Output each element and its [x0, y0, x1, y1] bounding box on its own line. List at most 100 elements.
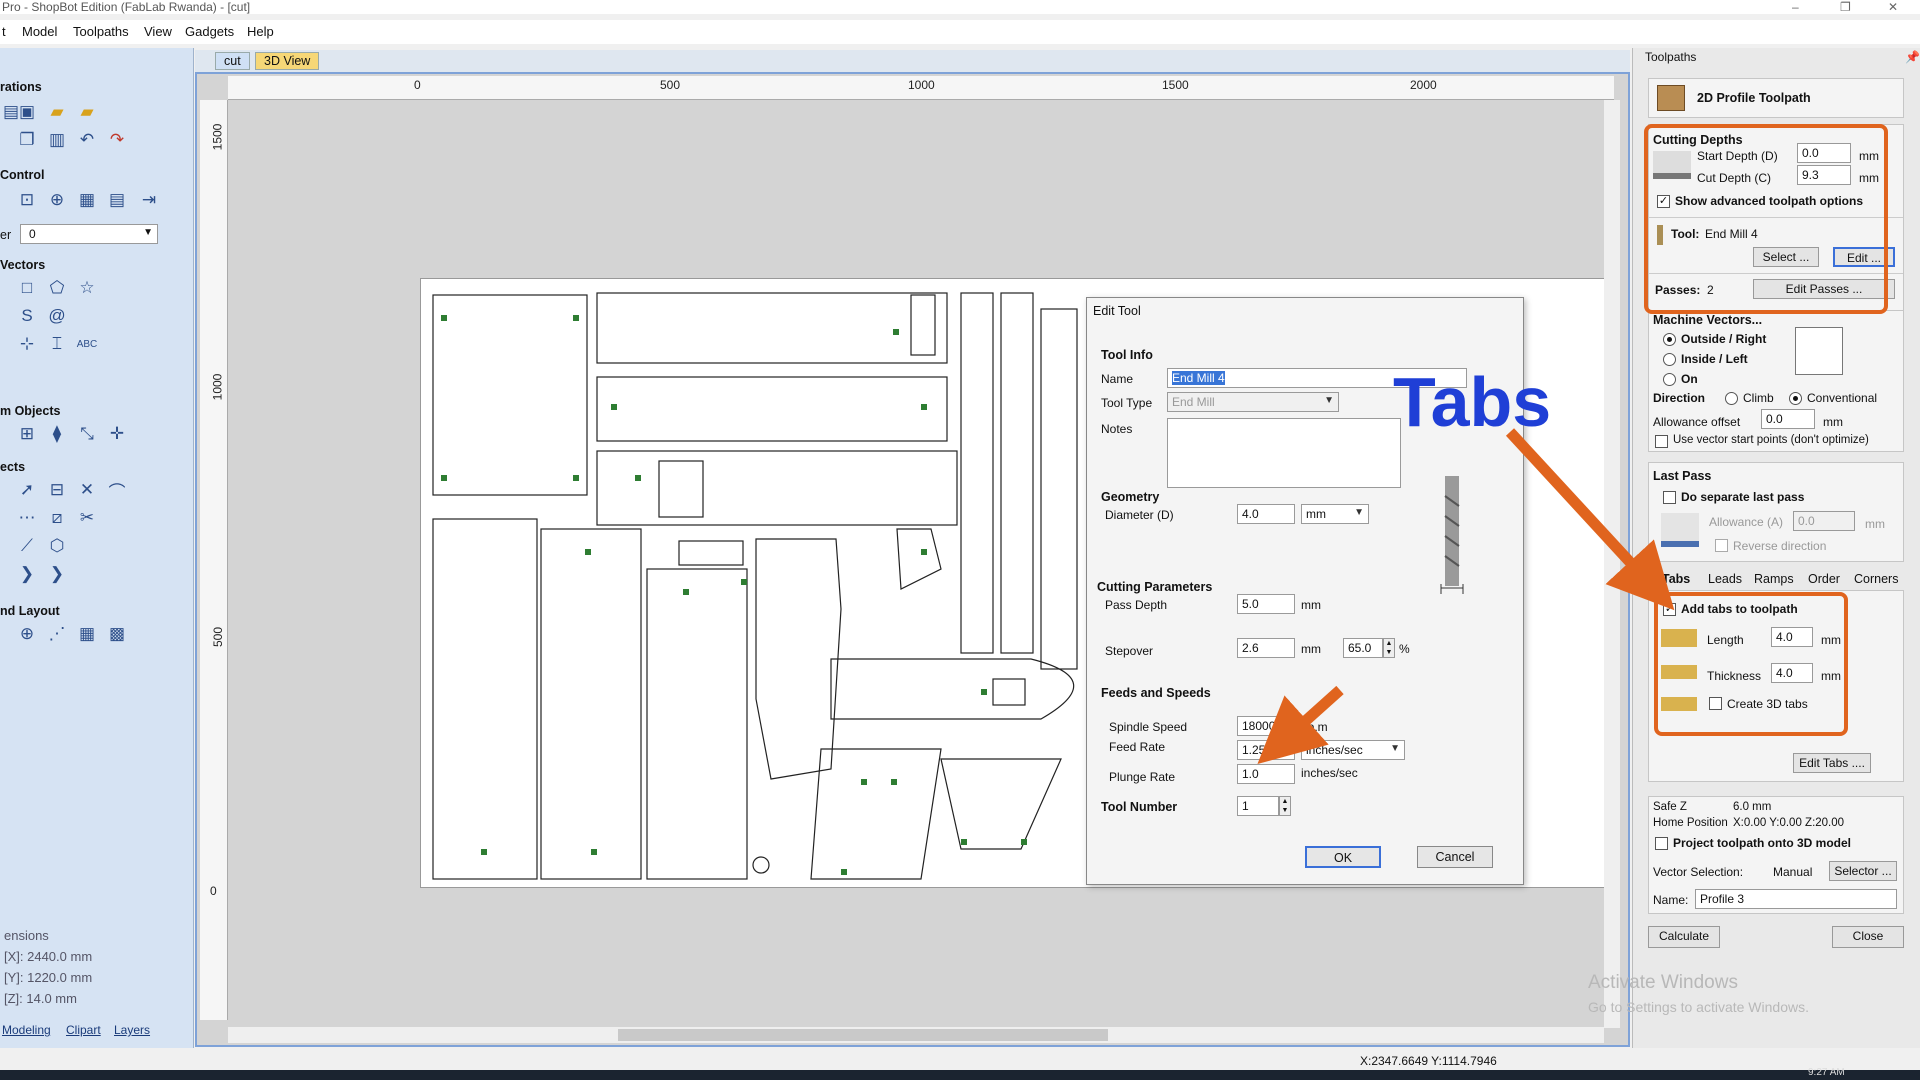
stepover-input[interactable]: 2.6	[1237, 638, 1295, 658]
array-icon[interactable]: ⊕	[16, 624, 38, 644]
join-icon[interactable]: ⋯	[16, 508, 38, 528]
inside-left-radio[interactable]	[1663, 353, 1676, 366]
stepover-percent-input[interactable]: 65.0	[1343, 638, 1383, 658]
star-icon[interactable]: ☆	[76, 278, 98, 298]
undo-icon[interactable]: ↶	[76, 130, 98, 150]
menu-gadgets[interactable]: Gadgets	[185, 24, 234, 39]
stepover-percent-unit: %	[1399, 642, 1410, 656]
on-label: On	[1681, 372, 1698, 386]
feed-rate-unit-select[interactable]: inches/sec ▼	[1301, 740, 1405, 760]
trim-icon[interactable]: ✕	[76, 480, 98, 500]
tool-type-select[interactable]: End Mill ▼	[1167, 392, 1339, 412]
calculate-button[interactable]: Calculate	[1648, 926, 1720, 948]
tool-number-spinner[interactable]: ▲ ▼	[1279, 796, 1291, 816]
on-radio[interactable]	[1663, 373, 1676, 386]
section-create-vectors: Vectors	[0, 258, 46, 272]
diameter-unit-select[interactable]: mm ▼	[1301, 504, 1369, 524]
outside-right-radio[interactable]	[1663, 333, 1676, 346]
scissors-icon[interactable]: ✂	[76, 508, 98, 528]
vertical-scrollbar[interactable]	[1604, 100, 1620, 1028]
pass-depth-input[interactable]: 5.0	[1237, 594, 1295, 614]
text-icon[interactable]: ABC	[76, 334, 98, 354]
tab-order[interactable]: Order	[1808, 572, 1840, 586]
menu-file[interactable]: t	[2, 24, 6, 39]
split-view-icon[interactable]: ▦	[76, 190, 98, 210]
scale-icon[interactable]: ⤡	[76, 424, 98, 444]
edit-tabs-button[interactable]: Edit Tabs ....	[1793, 753, 1871, 773]
node-icon[interactable]: ⊟	[46, 480, 68, 500]
notes-textarea[interactable]	[1167, 418, 1401, 488]
menu-model[interactable]: Model	[22, 24, 57, 39]
polygon-icon[interactable]: ⬠	[46, 278, 68, 298]
offset-icon[interactable]: ⧄	[46, 508, 68, 528]
spindle-speed-input[interactable]: 18000	[1237, 716, 1295, 736]
panel-title: Toolpaths	[1645, 50, 1697, 64]
hexagon-icon[interactable]: ⬡	[46, 536, 68, 556]
allowance-a-input[interactable]: 0.0	[1793, 511, 1855, 531]
save-icon[interactable]: ▣	[16, 102, 38, 122]
ok-button[interactable]: OK	[1305, 846, 1381, 868]
mirror-icon[interactable]: ⧫	[46, 424, 68, 444]
use-vector-start-checkbox[interactable]	[1655, 435, 1668, 448]
tab-layers[interactable]: Layers	[114, 1023, 150, 1041]
close-button[interactable]: Close	[1832, 926, 1904, 948]
select-icon[interactable]: ➚	[16, 480, 38, 500]
climb-radio[interactable]	[1725, 392, 1738, 405]
cancel-button[interactable]: Cancel	[1417, 846, 1493, 868]
node-edit-icon[interactable]: ⊹	[16, 334, 38, 354]
center-icon[interactable]: ✛	[106, 424, 128, 444]
tab-tabs[interactable]: Tabs	[1662, 572, 1690, 586]
tab-modeling[interactable]: Modeling	[2, 1023, 51, 1041]
layer-dropdown[interactable]: 0 ▼	[20, 224, 158, 244]
paste-icon[interactable]: ▥	[46, 130, 68, 150]
project-toolpath-checkbox[interactable]	[1655, 837, 1668, 850]
pin-icon[interactable]: 📌	[1905, 50, 1920, 64]
menu-toolpaths[interactable]: Toolpaths	[73, 24, 129, 39]
toggle-view-icon[interactable]: ⇥	[138, 190, 160, 210]
toolpath-name-input[interactable]: Profile 3	[1695, 889, 1897, 909]
import-icon[interactable]: ▰	[76, 102, 98, 122]
tab-corners[interactable]: Corners	[1854, 572, 1898, 586]
menu-help[interactable]: Help	[247, 24, 274, 39]
conventional-radio[interactable]	[1789, 392, 1802, 405]
diameter-input[interactable]: 4.0	[1237, 504, 1295, 524]
reverse-direction-checkbox[interactable]	[1715, 539, 1728, 552]
feed-rate-input[interactable]: 1.25	[1237, 740, 1295, 760]
close-icon[interactable]: ✕	[1888, 0, 1898, 14]
dimension-icon[interactable]: ⌶	[46, 334, 68, 354]
scroll-thumb[interactable]	[618, 1029, 1108, 1041]
menu-view[interactable]: View	[144, 24, 172, 39]
curve-icon[interactable]: S	[16, 306, 38, 326]
selector-button[interactable]: Selector ...	[1829, 861, 1897, 881]
rectangle-icon[interactable]: □	[16, 278, 38, 298]
last-pass-section: Last Pass Do separate last pass Allowanc…	[1648, 462, 1904, 562]
tab-3d-view[interactable]: 3D View	[255, 52, 320, 70]
spiral-icon[interactable]: @	[46, 306, 68, 326]
fillet-icon[interactable]: ⌒	[106, 480, 128, 502]
zoom-fit-icon[interactable]: ⊡	[16, 190, 38, 210]
nest-icon[interactable]: ▦	[76, 624, 98, 644]
tab-clipart[interactable]: Clipart	[66, 1023, 101, 1041]
layout-view-icon[interactable]: ▤	[106, 190, 128, 210]
horizontal-scrollbar[interactable]	[228, 1027, 1604, 1043]
plunge-rate-input[interactable]: 1.0	[1237, 764, 1295, 784]
redo-icon[interactable]: ↷	[106, 130, 128, 150]
restore-icon[interactable]: ❐	[1840, 0, 1851, 14]
tab-leads[interactable]: Leads	[1708, 572, 1742, 586]
tool-number-input[interactable]: 1	[1237, 796, 1279, 816]
tab-cut[interactable]: cut	[215, 52, 250, 70]
open-folder-icon[interactable]: ▰	[46, 102, 68, 122]
align-icon[interactable]: ⊞	[16, 424, 38, 444]
chevron-double-icon[interactable]: ❯	[46, 564, 68, 584]
chevron-icon[interactable]: ❯	[16, 564, 38, 584]
minimize-icon[interactable]: –	[1792, 0, 1799, 14]
allowance-offset-input[interactable]: 0.0	[1761, 409, 1815, 429]
stepover-spinner[interactable]: ▲ ▼	[1383, 638, 1395, 658]
separate-last-pass-checkbox[interactable]	[1663, 491, 1676, 504]
nest-settings-icon[interactable]: ▩	[106, 624, 128, 644]
copy-icon[interactable]: ❐	[16, 130, 38, 150]
zoom-in-icon[interactable]: ⊕	[46, 190, 68, 210]
tab-ramps[interactable]: Ramps	[1754, 572, 1794, 586]
path-array-icon[interactable]: ⋰	[46, 624, 68, 644]
line-icon[interactable]: ⟋	[16, 536, 38, 556]
